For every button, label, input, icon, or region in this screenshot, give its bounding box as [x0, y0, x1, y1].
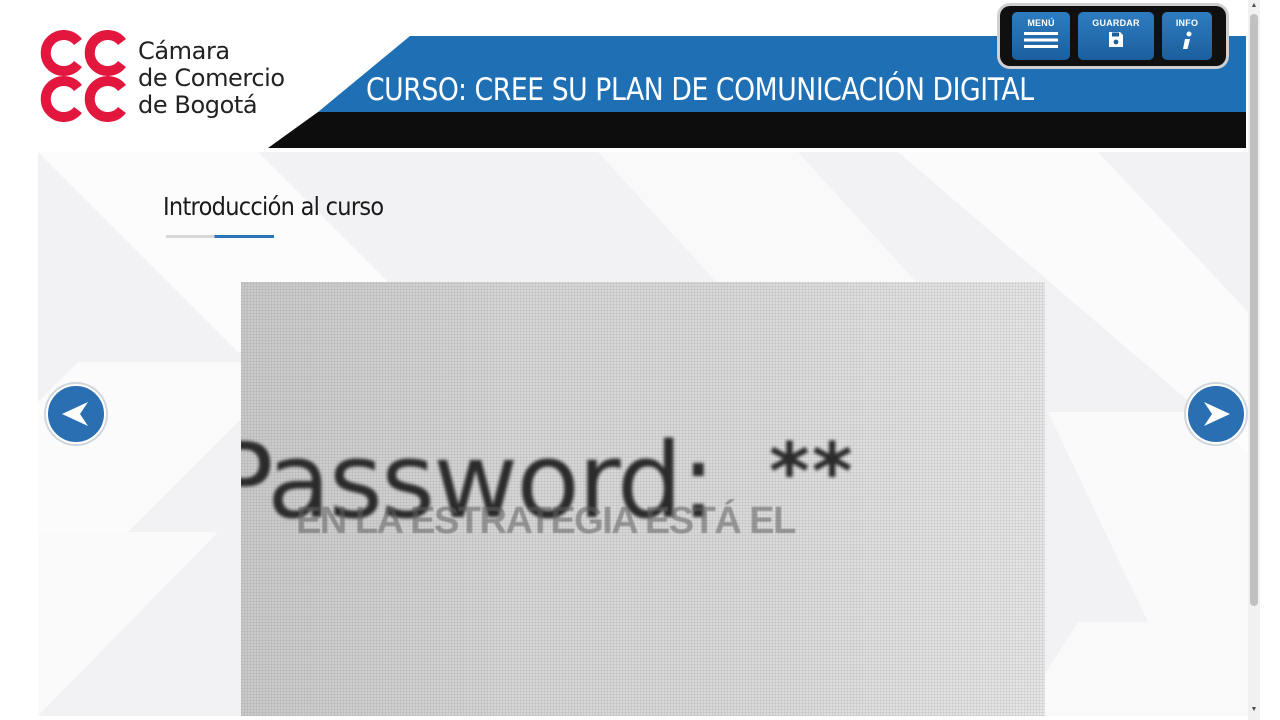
- menu-button[interactable]: MENÚ: [1012, 12, 1070, 60]
- previous-slide-button[interactable]: [42, 380, 110, 448]
- lesson-content: Introducción al curso Password: ** EN LA…: [38, 152, 1248, 716]
- info-button[interactable]: INFO: [1162, 12, 1212, 60]
- logo-line-3: de Bogotá: [138, 91, 258, 119]
- logo-line-1: Cámara: [138, 37, 230, 65]
- course-page: Cámara de Comercio de Bogotá CURSO: CREE…: [0, 0, 1280, 720]
- info-button-label: INFO: [1175, 18, 1199, 28]
- page-scrollbar[interactable]: ▲ ▼: [1248, 0, 1260, 720]
- save-button[interactable]: GUARDAR: [1078, 12, 1154, 60]
- floppy-disk-icon: [1109, 32, 1123, 47]
- menu-button-label: MENÚ: [1027, 18, 1055, 28]
- course-title: CURSO: CREE SU PLAN DE COMUNICACIÓN DIGI…: [366, 72, 1034, 108]
- scroll-up-icon[interactable]: ▲: [1250, 2, 1258, 10]
- next-slide-button[interactable]: [1182, 380, 1250, 448]
- title-underline: [166, 235, 274, 238]
- scroll-down-icon[interactable]: ▼: [1250, 706, 1258, 714]
- hamburger-icon: [1024, 32, 1058, 48]
- lesson-video[interactable]: Password: ** EN LA ESTRATEGIA ESTÁ EL: [241, 282, 1045, 716]
- video-overlay-caption: EN LA ESTRATEGIA ESTÁ EL: [296, 500, 796, 542]
- save-button-label: GUARDAR: [1092, 18, 1140, 28]
- info-icon: [1183, 31, 1192, 49]
- ccb-logo-text: Cámara de Comercio de Bogotá: [138, 38, 285, 119]
- top-toolbar: MENÚ GUARDAR INFO: [1000, 6, 1226, 66]
- logo-line-2: de Comercio: [138, 64, 285, 92]
- section-title: Introducción al curso: [163, 192, 384, 221]
- ccb-logo: Cámara de Comercio de Bogotá: [38, 30, 308, 122]
- ccb-logo-mark: [40, 30, 126, 122]
- scrollbar-thumb[interactable]: [1250, 14, 1258, 606]
